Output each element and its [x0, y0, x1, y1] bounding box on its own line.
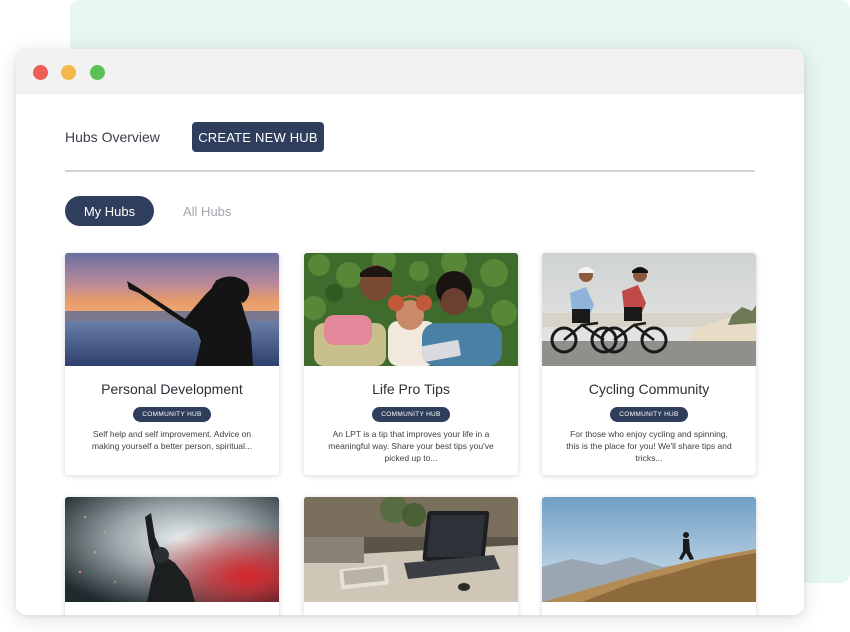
hub-card-description: An LPT is a tip that improves your life … [328, 429, 494, 463]
hub-image-concert-crowd [65, 497, 279, 602]
hub-image-friends-laughing [304, 253, 518, 366]
title-bar [16, 49, 804, 94]
minimize-window-button[interactable] [61, 65, 76, 80]
hub-card-title: Cycling Community [588, 381, 710, 397]
hub-card-cycling-community[interactable]: Cycling Community COMMUNITY HUB For thos… [542, 253, 756, 475]
community-hub-badge: COMMUNITY HUB [372, 407, 450, 422]
hub-card-description: For those who enjoy cycling and spinning… [566, 429, 732, 463]
community-hub-badge: COMMUNITY HUB [133, 407, 211, 422]
hub-card-description: Self help and self improvement. Advice o… [91, 429, 253, 451]
hub-card-title: Life Pro Tips [372, 381, 450, 397]
hub-image-laptop-desk [304, 497, 518, 602]
hub-card-personal-development[interactable]: Personal Development COMMUNITY HUB Self … [65, 253, 279, 475]
tab-all-hubs[interactable]: All Hubs [183, 204, 231, 219]
hub-image-cyclists [542, 253, 756, 366]
hub-card-concert[interactable] [65, 497, 279, 615]
hub-image-mountain-runner [542, 497, 756, 602]
community-hub-badge: COMMUNITY HUB [610, 407, 688, 422]
app-window: Hubs Overview CREATE NEW HUB My Hubs All… [16, 49, 804, 615]
hub-card-title: Personal Development [101, 381, 243, 397]
tab-my-hubs[interactable]: My Hubs [65, 196, 154, 226]
page-title: Hubs Overview [65, 129, 160, 145]
page-header: Hubs Overview CREATE NEW HUB [65, 122, 755, 153]
hub-card-trail-running[interactable] [542, 497, 756, 615]
header-divider [65, 170, 755, 172]
hub-card-life-pro-tips[interactable]: Life Pro Tips COMMUNITY HUB An LPT is a … [304, 253, 518, 475]
hub-card-workspace[interactable] [304, 497, 518, 615]
hub-image-sunset-silhouette [65, 253, 279, 366]
close-window-button[interactable] [33, 65, 48, 80]
create-new-hub-button[interactable]: CREATE NEW HUB [192, 122, 324, 152]
maximize-window-button[interactable] [90, 65, 105, 80]
